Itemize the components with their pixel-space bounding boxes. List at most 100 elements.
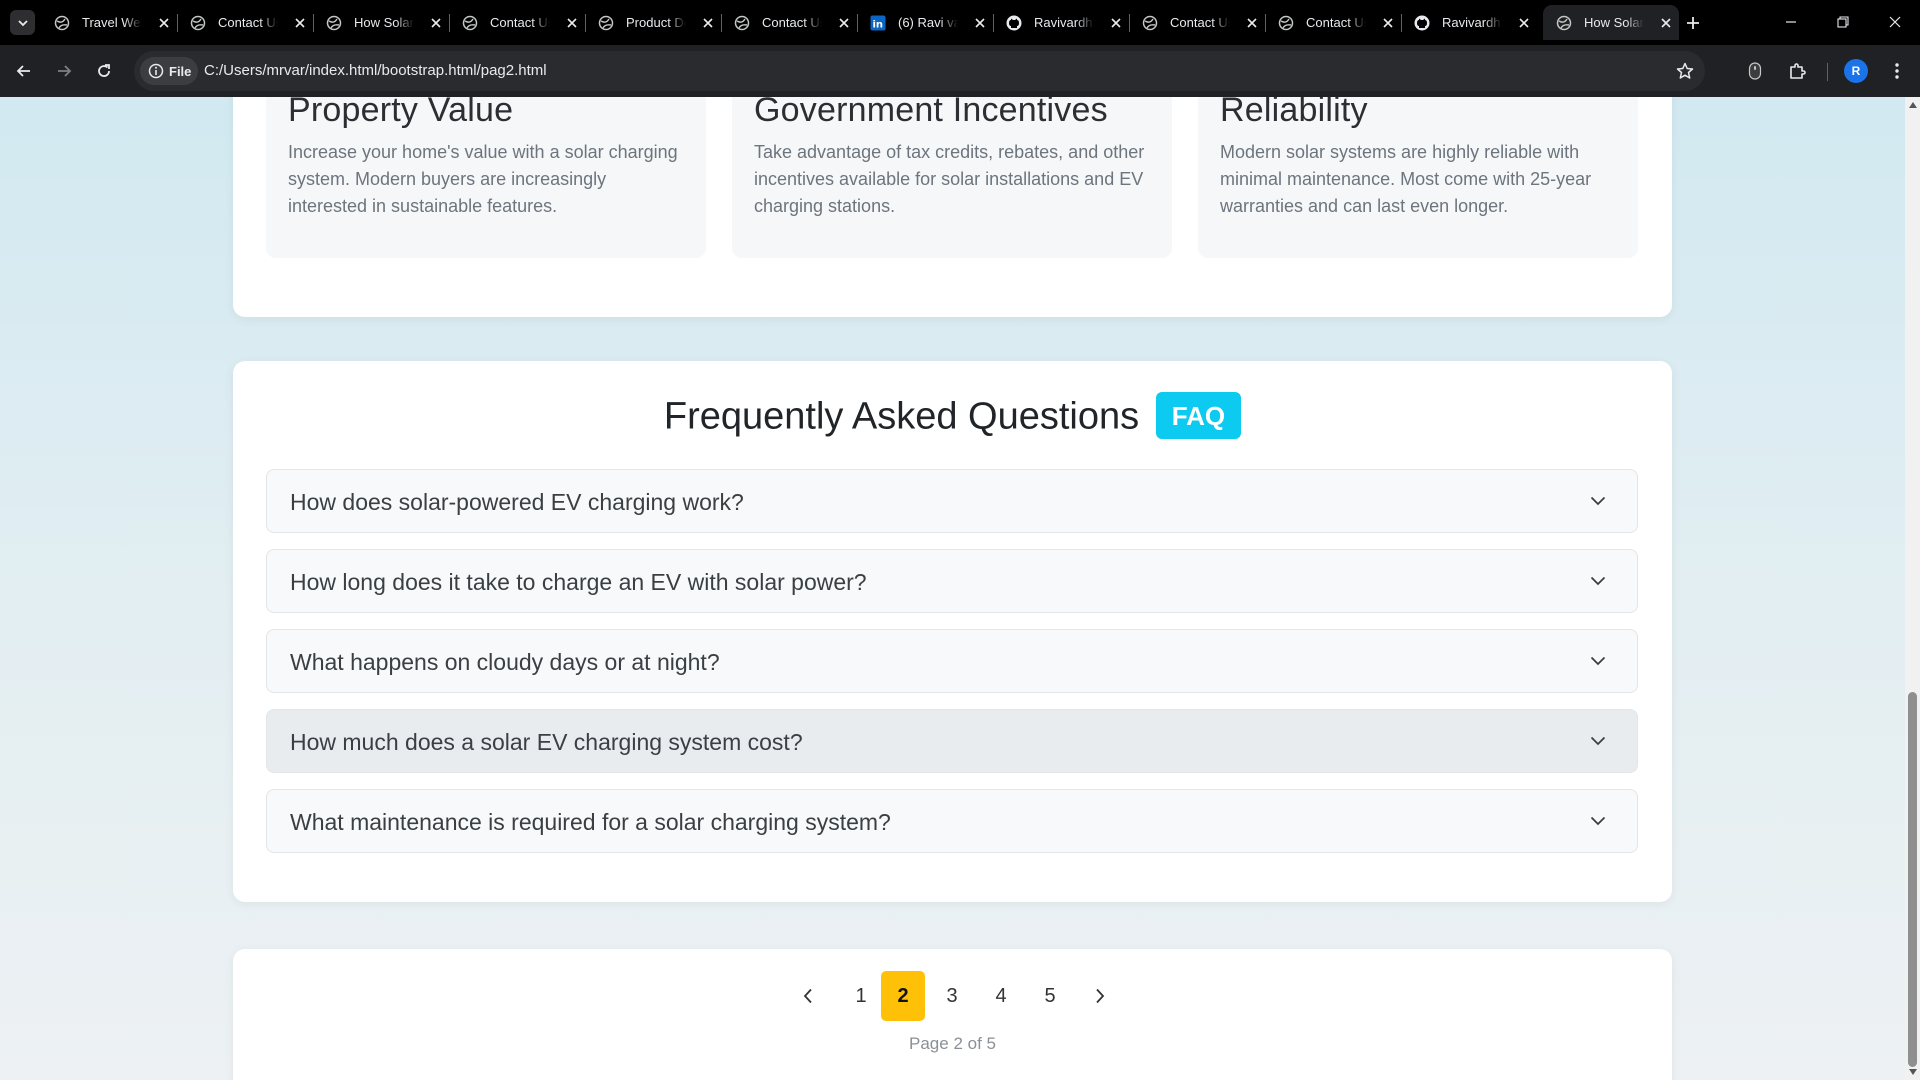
profile-avatar[interactable]: R (1844, 59, 1868, 83)
close-icon[interactable] (1380, 15, 1396, 31)
faq-heading: Frequently Asked Questions FAQ (233, 392, 1672, 442)
extension-mouse-button[interactable] (1742, 58, 1768, 84)
close-icon[interactable] (972, 15, 988, 31)
chevron-right-icon (1096, 988, 1105, 1004)
tab-title: Ravivardh (1034, 15, 1093, 30)
tab-strip: Travel Website Contact Us How Solar Cont… (0, 0, 1920, 45)
globe-icon (598, 15, 614, 31)
chevron-down-icon (17, 19, 28, 26)
close-icon[interactable] (1658, 15, 1674, 31)
more-vert-icon (1895, 63, 1899, 79)
close-icon[interactable] (700, 15, 716, 31)
globe-icon (190, 15, 206, 31)
benefit-text: Take advantage of tax credits, rebates, … (754, 142, 1145, 216)
benefits-section: Property Value Increase your home's valu… (233, 97, 1672, 317)
scroll-down-arrow[interactable] (1908, 1067, 1917, 1077)
browser-tab[interactable]: Contact Us (721, 5, 857, 40)
close-icon[interactable] (1244, 15, 1260, 31)
pagination-page-4[interactable]: 4 (979, 971, 1023, 1021)
arrow-right-icon (58, 65, 72, 77)
faq-section: Frequently Asked Questions FAQ How does … (233, 361, 1672, 902)
reload-button[interactable] (91, 58, 117, 84)
benefit-title: Property Value (288, 97, 514, 129)
pagination-page-5[interactable]: 5 (1028, 971, 1072, 1021)
linkedin-icon: in (870, 15, 886, 31)
faq-accordion-item[interactable]: How long does it take to charge an EV wi… (266, 549, 1638, 613)
close-icon[interactable] (564, 15, 580, 31)
scroll-up-arrow[interactable] (1908, 100, 1917, 110)
tab-title: Contact Us (490, 15, 550, 30)
tab-title: Contact Us (1170, 15, 1230, 30)
close-icon[interactable] (836, 15, 852, 31)
pagination-page-2[interactable]: 2 (881, 971, 925, 1021)
browser-tab[interactable]: How Solar (313, 5, 449, 40)
globe-icon (1556, 15, 1572, 31)
faq-accordion-item[interactable]: What happens on cloudy days or at night? (266, 629, 1638, 693)
info-icon (148, 63, 164, 79)
faq-accordion-item[interactable]: How much does a solar EV charging system… (266, 709, 1638, 773)
bookmark-star-button[interactable] (1675, 61, 1695, 81)
close-icon[interactable] (1108, 15, 1124, 31)
svg-text:in: in (873, 19, 884, 30)
extensions-button[interactable] (1784, 58, 1810, 84)
close-icon[interactable] (428, 15, 444, 31)
scrollbar-thumb[interactable] (1908, 692, 1917, 1067)
url-text[interactable]: C:/Users/mrvar/index.html/bootstrap.html… (204, 62, 547, 79)
chevron-down-icon (1589, 494, 1607, 508)
faq-question: What happens on cloudy days or at night? (290, 649, 720, 675)
pagination-page-1[interactable]: 1 (839, 971, 883, 1021)
close-icon[interactable] (156, 15, 172, 31)
chevron-down-icon (1589, 654, 1607, 668)
tab-search-button[interactable] (10, 10, 35, 35)
browser-tab[interactable]: in (6) Ravi va (857, 5, 993, 40)
faq-question: How much does a solar EV charging system… (290, 729, 803, 755)
pagination-prev[interactable] (786, 971, 830, 1021)
close-icon[interactable] (1516, 15, 1532, 31)
faq-question: How long does it take to charge an EV wi… (290, 569, 867, 595)
pagination-page-3[interactable]: 3 (930, 971, 974, 1021)
browser-tab[interactable]: Contact Us (449, 5, 585, 40)
browser-tab-active[interactable]: How Solar (1543, 5, 1679, 40)
site-info-label: File (169, 63, 192, 79)
pagination-next[interactable] (1078, 971, 1122, 1021)
restore-icon (1837, 16, 1849, 28)
forward-button[interactable] (51, 58, 77, 84)
globe-icon (326, 15, 342, 31)
star-icon (1676, 62, 1694, 79)
faq-title: Frequently Asked Questions (663, 395, 1140, 438)
globe-icon (54, 15, 70, 31)
faq-badge: FAQ (1155, 392, 1242, 439)
faq-accordion-item[interactable]: What maintenance is required for a solar… (266, 789, 1638, 853)
browser-tab[interactable]: Travel Website (41, 5, 177, 40)
chevron-down-icon (1589, 814, 1607, 828)
globe-icon (462, 15, 478, 31)
reload-icon (98, 64, 110, 77)
new-tab-button[interactable] (1680, 10, 1706, 36)
tab-title: Contact Us (762, 15, 822, 30)
page-scrollbar[interactable] (1905, 97, 1920, 1080)
site-info-chip[interactable]: File (140, 57, 198, 85)
page-viewport: Property Value Increase your home's valu… (0, 97, 1905, 1080)
benefit-title: Government Incentives (754, 97, 1108, 129)
faq-accordion-item[interactable]: How does solar-powered EV charging work? (266, 469, 1638, 533)
browser-tab[interactable]: Ravivardh (993, 5, 1129, 40)
browser-tab[interactable]: Ravivardh (1401, 5, 1537, 40)
back-button[interactable] (11, 58, 37, 84)
restore-button[interactable] (1828, 8, 1858, 36)
browser-tab[interactable]: Contact Us (177, 5, 313, 40)
browser-tab[interactable]: Contact Us (1265, 5, 1401, 40)
chevron-left-icon (803, 988, 812, 1004)
tab-title: How Solar (1584, 15, 1644, 30)
benefit-title: Reliability (1220, 97, 1368, 129)
browser-tab[interactable]: Contact Us (1129, 5, 1265, 40)
browser-tab[interactable]: Product Details (585, 5, 721, 40)
minimize-button[interactable] (1776, 8, 1806, 36)
browser-toolbar: File C:/Users/mrvar/index.html/bootstrap… (0, 45, 1920, 97)
browser-menu-button[interactable] (1884, 58, 1910, 84)
tab-title: How Solar (354, 15, 414, 30)
close-icon[interactable] (292, 15, 308, 31)
close-window-button[interactable] (1880, 8, 1910, 36)
address-bar[interactable]: File C:/Users/mrvar/index.html/bootstrap… (134, 51, 1705, 91)
benefit-card: Property Value Increase your home's valu… (266, 97, 706, 258)
globe-icon (734, 15, 750, 31)
